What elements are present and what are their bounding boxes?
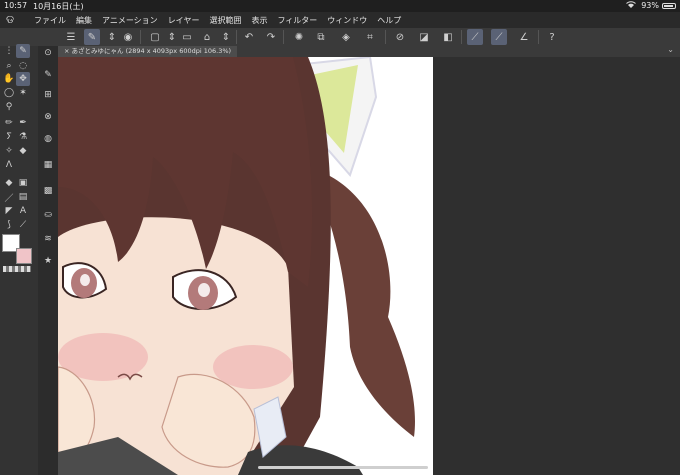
menu-bar: ଡ ファイル 編集 アニメーション レイヤー 選択範囲 表示 フィルター ウィン… xyxy=(0,12,680,28)
save-icon[interactable]: ⌂ xyxy=(199,29,215,45)
copy-icon[interactable]: ⧉ xyxy=(313,29,329,45)
frame-icon[interactable]: ▤ xyxy=(16,190,30,204)
app-logo-icon[interactable]: ଡ xyxy=(6,13,20,27)
menu-list: ファイル 編集 アニメーション レイヤー 選択範囲 表示 フィルター ウィンドウ… xyxy=(34,15,401,26)
sub-color-swatch[interactable] xyxy=(16,248,32,264)
pen-tool-icon[interactable]: ✎ xyxy=(16,44,30,58)
menu-selection[interactable]: 選択範囲 xyxy=(209,15,241,26)
brush-size-icon[interactable]: ⊗ xyxy=(40,110,56,124)
document-tab-bar: × あざとみゆにゃん (2894 x 4093px 600dpi 106.3%)… xyxy=(58,45,680,57)
redo-icon[interactable]: ↷ xyxy=(263,29,279,45)
expand-icon[interactable]: ⇕ xyxy=(164,29,180,45)
eyedropper-icon[interactable]: ⚲ xyxy=(2,100,16,114)
brush-settings-icon[interactable]: ✎ xyxy=(84,29,100,45)
grip-icon: ⋮ xyxy=(4,46,14,56)
drawing-canvas[interactable] xyxy=(58,57,433,475)
lasso-select-icon[interactable]: ◌ xyxy=(16,59,30,73)
workspace-background xyxy=(433,57,680,475)
zoom-tool-icon[interactable]: ⌕ xyxy=(2,59,16,73)
hand-tool-icon[interactable]: ✋ xyxy=(2,72,16,86)
transparent-color-swatch[interactable] xyxy=(3,266,31,272)
separator xyxy=(236,30,237,44)
eraser-icon[interactable]: ◆ xyxy=(16,144,30,158)
brush-icon[interactable]: ⵢ xyxy=(2,130,16,144)
separator xyxy=(538,30,539,44)
move-tool-icon[interactable]: ✥ xyxy=(16,72,30,86)
intermediate-color-icon[interactable]: ▩ xyxy=(40,184,56,198)
help-icon[interactable]: ? xyxy=(544,29,560,45)
menu-layer[interactable]: レイヤー xyxy=(168,15,200,26)
blend-icon[interactable]: ⴷ xyxy=(2,158,16,172)
separator xyxy=(461,30,462,44)
sub-tool-icon[interactable]: ✎ xyxy=(40,68,56,82)
material-icon[interactable]: ★ xyxy=(40,254,56,268)
separator xyxy=(140,30,141,44)
layer-icon[interactable]: ≋ xyxy=(40,232,56,246)
new-document-icon[interactable]: ▢ xyxy=(147,29,163,45)
menu-window[interactable]: ウィンドウ xyxy=(327,15,367,26)
hamburger-menu-icon[interactable]: ☰ xyxy=(63,29,79,45)
correct-line-icon[interactable]: ⟋ xyxy=(16,218,30,232)
ruler-tool-icon[interactable]: ◤ xyxy=(2,204,16,218)
fill-selection-icon[interactable]: ◧ xyxy=(440,29,456,45)
layer-property-icon[interactable]: ⛀ xyxy=(40,208,56,222)
ruler-icon[interactable]: ∠ xyxy=(516,29,532,45)
marker-icon[interactable]: ✒ xyxy=(16,116,30,130)
status-time: 10:57 xyxy=(4,1,28,10)
pencil-icon[interactable]: ✏ xyxy=(2,116,16,130)
horizontal-scrollbar[interactable] xyxy=(258,466,428,469)
expand-icon-2[interactable]: ⇕ xyxy=(218,29,234,45)
fill-icon[interactable]: ◆ xyxy=(2,176,16,190)
eye-toggle-icon[interactable]: ◉ xyxy=(120,29,136,45)
chevron-down-icon[interactable]: ⌄ xyxy=(667,45,674,54)
separator xyxy=(385,30,386,44)
tool-property-icon[interactable]: ⊞ xyxy=(40,88,56,102)
snap-ruler-icon[interactable]: ⟋ xyxy=(467,29,483,45)
menu-edit[interactable]: 編集 xyxy=(76,15,92,26)
color-wheel-icon[interactable]: ◍ xyxy=(40,132,56,146)
lasso-icon[interactable]: ◯ xyxy=(2,86,16,100)
magic-wand-icon[interactable]: ✶ xyxy=(16,86,30,100)
palette-bar: ⊙ ✎ ⊞ ⊗ ◍ ▦ ▩ ⛀ ≋ ★ xyxy=(38,46,59,475)
navigator-icon[interactable]: ⊙ xyxy=(40,46,56,60)
airbrush-icon[interactable]: ⚗ xyxy=(16,130,30,144)
wifi-icon xyxy=(626,1,636,11)
menu-view[interactable]: 表示 xyxy=(251,15,267,26)
clear-selection-icon[interactable]: ⊘ xyxy=(392,29,408,45)
figure-icon[interactable]: ／ xyxy=(2,190,16,204)
status-date: 10月16日(土) xyxy=(33,2,84,11)
battery-percent: 93% xyxy=(641,1,659,10)
snap-special-ruler-icon[interactable]: ⟋ xyxy=(491,29,507,45)
command-bar: ☰ ✎ ⇕ ◉ ▢ ⇕ ▭ ⌂ ⇕ ↶ ↷ ✺ ⧉ ◈ ⌗ ⊘ ◪ ◧ ⟋ ⟋ … xyxy=(0,28,680,47)
document-tab[interactable]: × あざとみゆにゃん (2894 x 4093px 600dpi 106.3%) xyxy=(58,46,238,57)
menu-help[interactable]: ヘルプ xyxy=(377,15,401,26)
battery-icon xyxy=(662,3,676,9)
open-folder-icon[interactable]: ▭ xyxy=(179,29,195,45)
menu-filter[interactable]: フィルター xyxy=(277,15,317,26)
illustration xyxy=(58,57,415,475)
status-bar: 10:57 10月16日(土) 93% xyxy=(0,0,680,12)
crop-icon[interactable]: ◪ xyxy=(416,29,432,45)
balloon-icon[interactable]: ⟆ xyxy=(2,218,16,232)
updown-arrows-icon[interactable]: ⇕ xyxy=(104,29,120,45)
fill-bucket-icon[interactable]: ◈ xyxy=(338,29,354,45)
transform-icon[interactable]: ⌗ xyxy=(362,29,378,45)
loading-spinner-icon[interactable]: ✺ xyxy=(291,29,307,45)
undo-icon[interactable]: ↶ xyxy=(241,29,257,45)
menu-animation[interactable]: アニメーション xyxy=(102,15,158,26)
tool-bar: ⋮ ✎ ⌕ ◌ ✋ ✥ ◯ ✶ ⚲ ✏ ✒ ⵢ ⚗ ✧ ◆ ⴷ ◆ ▣ ／ ▤ … xyxy=(0,44,39,475)
separator xyxy=(283,30,284,44)
decoration-icon[interactable]: ✧ xyxy=(2,144,16,158)
menu-file[interactable]: ファイル xyxy=(34,15,66,26)
text-tool-icon[interactable]: A xyxy=(16,204,30,218)
color-set-icon[interactable]: ▦ xyxy=(40,158,56,172)
gradient-icon[interactable]: ▣ xyxy=(16,176,30,190)
